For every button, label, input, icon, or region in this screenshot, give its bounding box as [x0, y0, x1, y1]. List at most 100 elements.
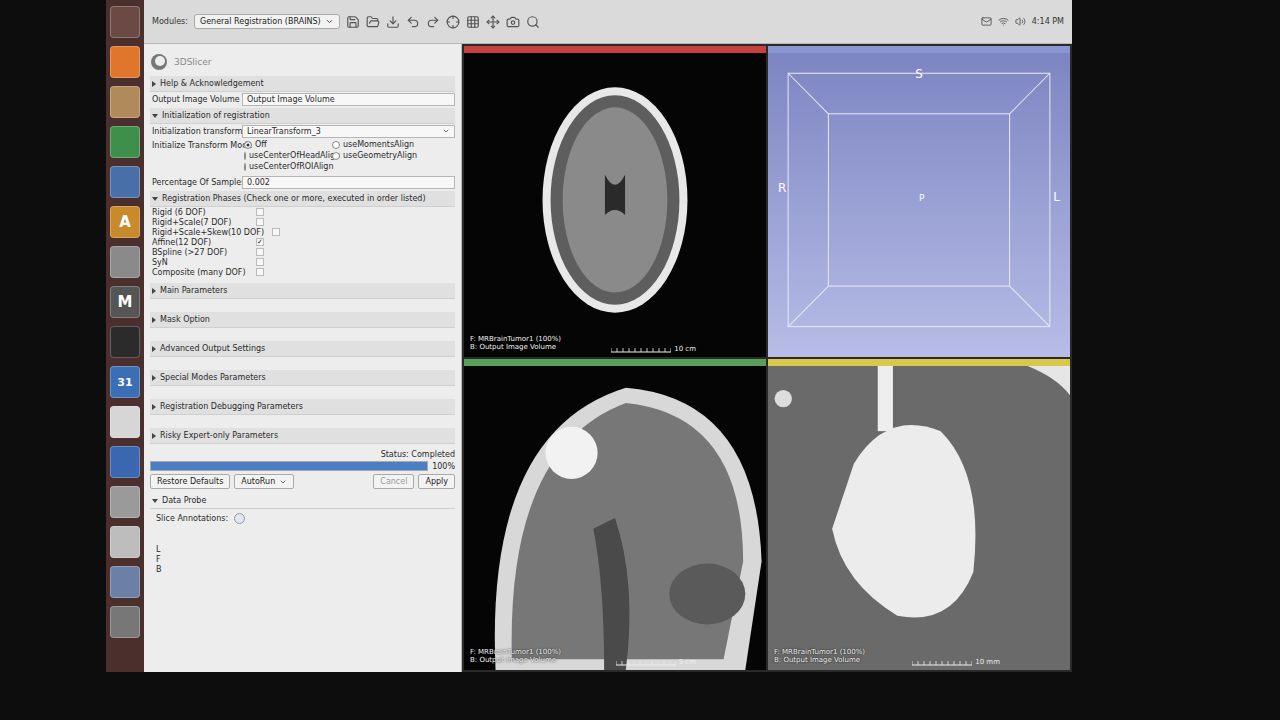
mail-launcher-icon[interactable]: M: [110, 286, 140, 318]
radio-option[interactable]: useCenterOfROIAlign: [244, 162, 332, 171]
view-canvas[interactable]: SRLP: [768, 53, 1070, 357]
tool-icon[interactable]: [346, 15, 360, 29]
orientation-label: S: [915, 67, 923, 81]
collapsible-section[interactable]: Main Parameters: [150, 283, 455, 299]
dropdown-icon: [442, 127, 450, 135]
module-panel: 3DSlicer Help & AcknowledgementOutput Im…: [144, 44, 462, 672]
view-canvas[interactable]: F: MRBrainTumor1 (100%)B: Output Image V…: [464, 366, 766, 670]
tool-icon[interactable]: [526, 15, 540, 29]
phase-checkbox[interactable]: [256, 248, 264, 256]
dash-launcher-icon[interactable]: [110, 6, 140, 38]
editor-launcher-icon[interactable]: [110, 406, 140, 438]
annotations-button[interactable]: [234, 513, 245, 524]
disk-launcher-icon[interactable]: [110, 486, 140, 518]
slicer-logo-icon: [150, 53, 168, 71]
help-section[interactable]: Help & Acknowledgement: [150, 76, 455, 92]
phase-checkbox[interactable]: [272, 228, 280, 236]
output-volume-row: Output Image VolumeOutput Image Volume: [150, 92, 455, 106]
tool-icon[interactable]: [406, 15, 420, 29]
tool-icon[interactable]: [426, 15, 440, 29]
tool-icon[interactable]: [446, 15, 460, 29]
browser-launcher-icon[interactable]: [110, 46, 140, 78]
phase-row[interactable]: Composite (many DOF): [152, 267, 264, 277]
terminal-launcher-icon[interactable]: [110, 326, 140, 358]
tool-icon[interactable]: [366, 15, 380, 29]
samples-row: Percentage Of Samples0.002: [150, 175, 455, 189]
phase-row[interactable]: Rigid+Scale(7 DOF): [152, 217, 264, 227]
mri-sagittal-image: [464, 366, 766, 670]
phase-row[interactable]: Rigid (6 DOF): [152, 207, 264, 217]
wifi-launcher-icon[interactable]: [110, 526, 140, 558]
phases-section[interactable]: Registration Phases (Check one or more, …: [150, 191, 455, 207]
probe-axes: LFB: [150, 545, 455, 574]
slice-slider[interactable]: [768, 359, 1070, 366]
phase-checkbox[interactable]: ✓: [256, 238, 264, 246]
sheet-launcher-icon[interactable]: [110, 126, 140, 158]
dropdown-icon: [279, 478, 287, 486]
modules-label: Modules:: [152, 17, 188, 26]
sagittal-view[interactable]: F: MRBrainTumor1 (100%)B: Output Image V…: [464, 359, 766, 670]
bounding-box-icon: [768, 53, 1070, 357]
tool-icon[interactable]: [466, 15, 480, 29]
init-transform-row: Initialization transformLinearTransform_…: [150, 124, 455, 138]
tool-icon[interactable]: [486, 15, 500, 29]
orientation-label: P: [919, 193, 924, 203]
dropdown-icon: [325, 17, 334, 26]
view-layout: F: MRBrainTumor1 (100%)B: Output Image V…: [462, 44, 1072, 672]
collapsible-section[interactable]: Mask Option: [150, 312, 455, 328]
data-probe-section[interactable]: Data Probe: [150, 493, 455, 509]
collapsible-section[interactable]: Registration Debugging Parameters: [150, 399, 455, 415]
scale-ticks-icon: [611, 347, 671, 353]
init-section[interactable]: Initialization of registration: [150, 108, 455, 124]
status-text: Status: Completed: [150, 450, 455, 461]
toolbar: Modules:General Registration (BRAINS)4:1…: [144, 0, 1072, 44]
phase-row[interactable]: BSpline (>27 DOF): [152, 247, 264, 257]
calendar-launcher-icon[interactable]: 31: [110, 366, 140, 398]
settings-launcher-icon[interactable]: [110, 246, 140, 278]
slice-slider[interactable]: [464, 359, 766, 366]
doc-launcher-icon[interactable]: [110, 166, 140, 198]
mail-icon[interactable]: [981, 16, 992, 27]
phase-checkbox[interactable]: [256, 268, 264, 276]
wifi-icon[interactable]: [998, 16, 1009, 27]
slicer-launcher-icon[interactable]: [110, 566, 140, 598]
phase-row[interactable]: SyN: [152, 257, 264, 267]
collapsible-section[interactable]: Risky Expert-only Parameters: [150, 428, 455, 444]
phase-checkbox[interactable]: [256, 208, 264, 216]
slice-slider[interactable]: [768, 46, 1070, 53]
radio-option[interactable]: Off: [244, 140, 332, 149]
phase-checkbox[interactable]: [256, 258, 264, 266]
projected-screen: A M 31 Modules: General Registration (BRAINS…: [106, 0, 1072, 672]
zoom-view[interactable]: F: MRBrainTumor1 (100%)B: Output Image V…: [768, 359, 1070, 670]
view-canvas[interactable]: F: MRBrainTumor1 (100%)B: Output Image V…: [464, 53, 766, 357]
samples-field[interactable]: 0.002: [242, 176, 455, 189]
phase-row[interactable]: Affine(12 DOF)✓: [152, 237, 264, 247]
restore-defaults-button[interactable]: Restore Defaults: [150, 474, 230, 489]
collapsible-section[interactable]: Special Modes Parameters: [150, 370, 455, 386]
apply-button[interactable]: Apply: [418, 474, 455, 489]
writer-launcher-icon[interactable]: [110, 446, 140, 478]
font-launcher-icon[interactable]: A: [110, 206, 140, 238]
axial-view[interactable]: F: MRBrainTumor1 (100%)B: Output Image V…: [464, 46, 766, 357]
radio-option[interactable]: useCenterOfHeadAlign: [244, 151, 332, 160]
tool-icon[interactable]: [506, 15, 520, 29]
tool-icon[interactable]: [386, 15, 400, 29]
phase-row[interactable]: Rigid+Scale+Skew(10 DOF): [152, 227, 264, 237]
phase-checkbox[interactable]: [256, 218, 264, 226]
trash-launcher-icon[interactable]: [110, 606, 140, 638]
view-canvas[interactable]: F: MRBrainTumor1 (100%)B: Output Image V…: [768, 366, 1070, 670]
radio-option[interactable]: useGeometryAlign: [332, 151, 455, 160]
render3d-view[interactable]: SRLP: [768, 46, 1070, 357]
scale-ticks-icon: [912, 660, 972, 666]
init-transform-combo[interactable]: LinearTransform_3: [242, 125, 455, 138]
volume-icon[interactable]: [1015, 16, 1026, 27]
orientation-label: L: [1053, 190, 1060, 204]
collapsible-section[interactable]: Advanced Output Settings: [150, 341, 455, 357]
slice-slider[interactable]: [464, 46, 766, 53]
radio-option[interactable]: useMomentsAlign: [332, 140, 455, 149]
files-launcher-icon[interactable]: [110, 86, 140, 118]
module-selector[interactable]: General Registration (BRAINS): [194, 14, 340, 29]
view-labels: F: MRBrainTumor1 (100%)B: Output Image V…: [470, 648, 561, 664]
output-volume-combo[interactable]: Output Image Volume: [242, 93, 455, 106]
autorun-button[interactable]: AutoRun: [234, 474, 294, 489]
